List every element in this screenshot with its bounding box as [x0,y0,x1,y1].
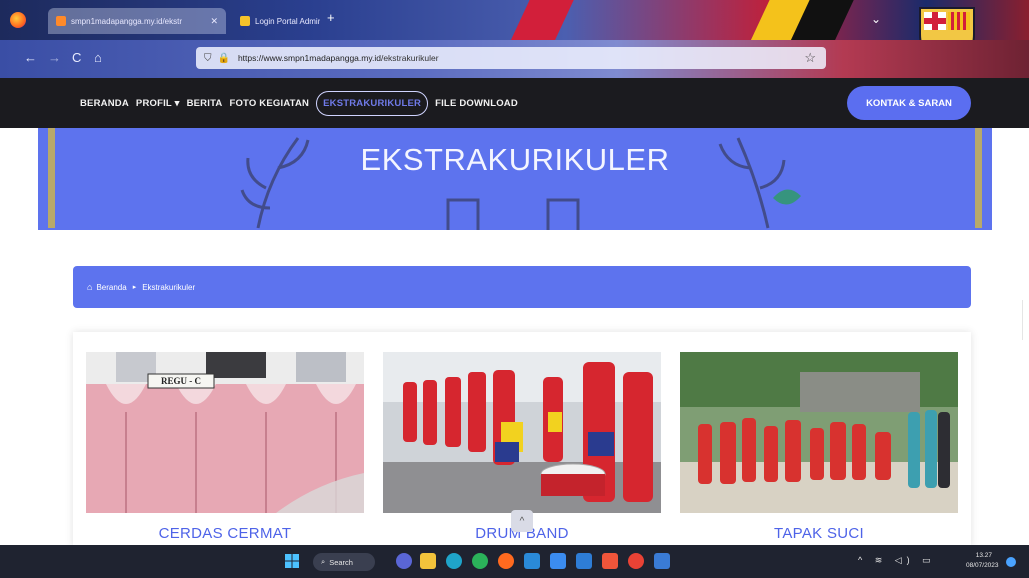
page-title: EKSTRAKURIKULER [360,142,670,177]
nav-profil-dropdown[interactable]: PROFIL ▾ [136,98,180,109]
search-icon: ⌕ [321,557,326,566]
file-explorer-icon[interactable] [420,553,436,569]
meet-icon[interactable] [396,553,412,569]
card-title[interactable]: TAPAK SUCI [680,525,958,542]
tab-label: Login Portal Admin SMP Negeri [255,16,320,26]
scroll-to-top-button[interactable]: ^ [511,510,533,532]
card-title[interactable]: CERDAS CERMAT [86,525,364,542]
url-host: https://www.smpn1madapangga.my.id [237,53,381,63]
clock-time: 13.27 [975,552,992,559]
cerdas-cermat-photo: REGU - C [86,352,364,513]
back-button[interactable]: ← [24,50,37,65]
nav-berita[interactable]: BERITA [187,98,223,109]
tab-ekstrakurikuler[interactable]: smpn1madapangga.my.id/ekstr ✕ [48,8,226,34]
card-photo-tapak-suci[interactable] [680,352,958,513]
new-tab-button[interactable]: + [327,10,335,25]
breadcrumb-home-link[interactable]: Beranda [96,283,126,292]
nav-file-download[interactable]: FILE DOWNLOAD [435,98,518,109]
tracking-shield-icon[interactable]: ⛉ [204,53,212,64]
system-tray[interactable]: ^ ≋ ◁) ▭ [858,555,936,566]
site-navbar: BERANDA PROFIL ▾ BERITA FOTO KEGIATAN EK… [0,78,1029,128]
close-icon[interactable]: ✕ [206,16,218,27]
chrome-icon[interactable] [628,553,644,569]
card-tapak-suci[interactable]: TAPAK SUCI [680,352,958,542]
tab-admin-login[interactable]: Login Portal Admin SMP Negeri ✕ [232,8,320,34]
whatsapp-icon[interactable] [472,553,488,569]
card-photo-cerdas-cermat[interactable]: REGU - C [86,352,364,513]
app-icon[interactable] [550,553,566,569]
lock-icon[interactable]: 🔒 [218,53,230,64]
contact-button[interactable]: KONTAK & SARAN [847,86,971,120]
edge-icon[interactable] [446,553,462,569]
windows-start-icon[interactable] [284,553,300,569]
taskbar-search[interactable]: ⌕ Search [313,553,375,571]
nav-ekstrakurikuler[interactable]: EKSTRAKURIKULER [316,90,429,116]
notification-icon[interactable] [1006,557,1016,567]
breadcrumb: ⌂ Beranda ▸ Ekstrakurikuler [73,266,971,308]
firefox-icon[interactable] [10,12,26,28]
url-path: /ekstrakurikuler [380,53,439,63]
team-sign-text: REGU - C [161,376,201,386]
hero-banner: EKSTRAKURIKULER [38,128,992,230]
browser-tab-bar: smpn1madapangga.my.id/ekstr ✕ Login Port… [0,0,1029,40]
tab-label: smpn1madapangga.my.id/ekstr [71,16,183,26]
vscode-icon[interactable] [576,553,592,569]
search-label: Search [329,557,353,567]
clock[interactable]: 13.27 08/07/2023 [966,551,999,571]
clock-date: 08/07/2023 [966,562,999,569]
firefox-taskbar-icon[interactable] [498,553,514,569]
bookmark-star-icon[interactable]: ☆ [804,50,816,66]
home-icon: ⌂ [87,282,93,292]
tab-list-chevron-down-icon[interactable]: ⌄ [871,12,881,26]
background-stripe [502,0,578,40]
store-icon[interactable] [524,553,540,569]
browser-toolbar: ← → C ⌂ ⛉ 🔒 https://www.smpn1madapangga.… [0,40,1029,78]
home-button[interactable]: ⌂ [94,50,102,65]
reload-button[interactable]: C [72,50,81,65]
address-bar[interactable]: ⛉ 🔒 https://www.smpn1madapangga.my.id /e… [196,47,826,69]
drum-band-photo [383,352,661,513]
favicon-icon [240,16,250,26]
taskbar: ⌕ Search ^ ≋ ◁) ▭ 13.27 08/07/2023 [0,545,1029,578]
main-menu: BERANDA PROFIL ▾ BERITA FOTO KEGIATAN EK… [80,78,518,128]
favicon-icon [56,16,66,26]
card-cerdas-cermat[interactable]: REGU - C CERDAS CERMAT [86,352,364,542]
nav-beranda[interactable]: BERANDA [80,98,129,109]
tapak-suci-photo [680,352,958,513]
app-icon[interactable] [654,553,670,569]
breadcrumb-current: Ekstrakurikuler [142,282,196,292]
card-photo-drum-band[interactable] [383,352,661,513]
nav-foto-kegiatan[interactable]: FOTO KEGIATAN [229,98,309,109]
page-scrollbar[interactable] [1022,300,1029,340]
breadcrumb-separator-icon: ▸ [132,284,137,291]
app-icon[interactable] [602,553,618,569]
forward-button[interactable]: → [48,50,61,65]
